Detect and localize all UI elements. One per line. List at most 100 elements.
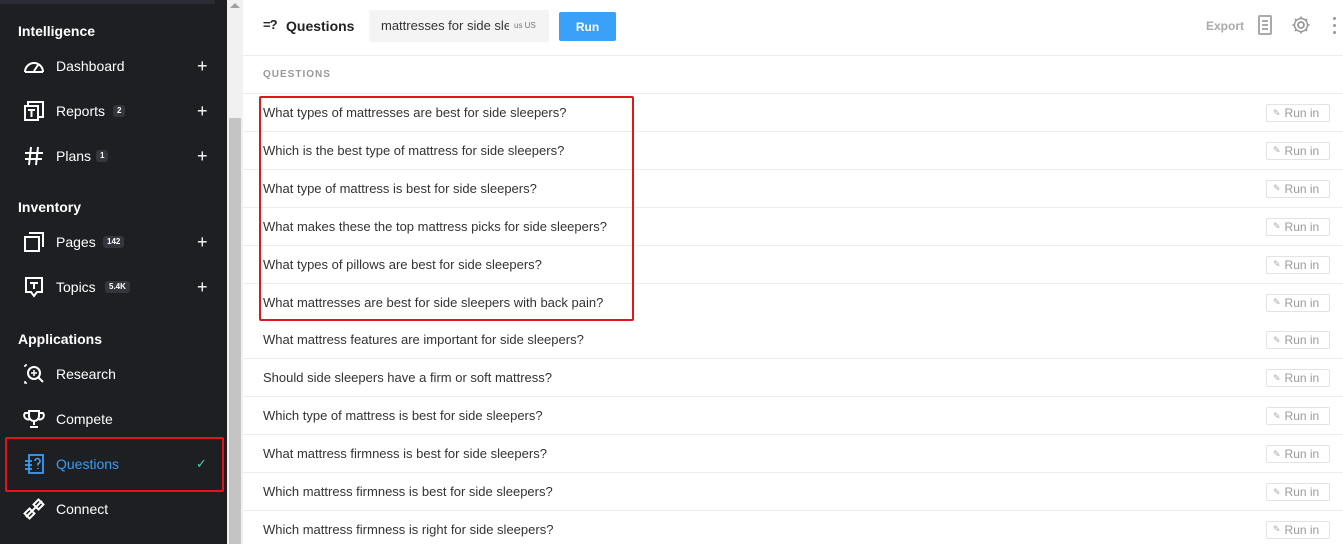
question-text[interactable]: What mattresses are best for side sleepe…	[263, 295, 603, 310]
sidebar-item-research[interactable]: Research	[0, 356, 227, 392]
question-text[interactable]: What types of mattresses are best for si…	[263, 105, 566, 120]
run-in-label: Run in	[1284, 522, 1320, 537]
connect-icon	[22, 497, 46, 521]
sidebar-item-dashboard[interactable]: Dashboard +	[0, 48, 227, 84]
sidebar-item-label: Topics	[56, 279, 96, 295]
run-in-button[interactable]: ✎ Run in	[1266, 520, 1330, 539]
add-plan-button[interactable]: +	[197, 147, 208, 165]
run-in-button[interactable]: ✎ Run in	[1266, 217, 1330, 236]
run-in-button[interactable]: ✎ Run in	[1266, 369, 1330, 388]
sidebar-item-label: Research	[56, 366, 116, 382]
question-row[interactable]: What mattresses are best for side sleepe…	[243, 283, 1343, 322]
more-options-icon[interactable]	[1333, 17, 1337, 35]
link-icon: ✎	[1273, 372, 1281, 383]
document-icon[interactable]	[1258, 15, 1272, 35]
sidebar-item-compete[interactable]: Compete	[0, 401, 227, 437]
sidebar-item-label: Connect	[56, 501, 109, 517]
link-icon: ✎	[1273, 486, 1281, 497]
run-in-button[interactable]: ✎ Run in	[1266, 141, 1330, 160]
question-row[interactable]: What type of mattress is best for side s…	[243, 169, 1343, 208]
question-text[interactable]: Which type of mattress is best for side …	[263, 408, 543, 423]
sidebar-item-label: Questions	[56, 456, 120, 472]
question-text[interactable]: What mattress firmness is best for side …	[263, 446, 547, 461]
question-row[interactable]: Which mattress firmness is best for side…	[243, 473, 1343, 511]
run-in-label: Run in	[1284, 106, 1320, 120]
question-row[interactable]: What types of mattresses are best for si…	[243, 94, 1343, 132]
link-icon: ✎	[1273, 183, 1281, 194]
link-icon: ✎	[1273, 524, 1281, 535]
link-icon: ✎	[1273, 297, 1281, 307]
add-page-button[interactable]: +	[197, 233, 208, 251]
reports-icon	[22, 99, 46, 123]
link-icon: ✎	[1273, 221, 1281, 232]
sidebar-item-reports[interactable]: Reports 2 +	[0, 93, 227, 129]
question-row[interactable]: What mattress features are important for…	[243, 321, 1343, 360]
link-icon: ✎	[1273, 448, 1281, 459]
question-row[interactable]: Should side sleepers have a firm or soft…	[243, 359, 1343, 398]
sidebar-item-topics[interactable]: Topics 5.4K +	[0, 269, 227, 305]
add-report-button[interactable]: +	[197, 102, 208, 120]
run-in-button[interactable]: ✎ Run in	[1266, 255, 1330, 274]
question-text[interactable]: Which mattress firmness is best for side…	[263, 484, 553, 499]
link-icon: ✎	[1273, 145, 1281, 156]
question-row[interactable]: Which mattress firmness is right for sid…	[243, 510, 1343, 544]
sidebar-item-connect[interactable]: Connect	[0, 491, 227, 527]
pages-icon	[22, 230, 46, 254]
question-row[interactable]: What types of pillows are best for side …	[243, 245, 1343, 284]
run-in-button[interactable]: ✎ Run in	[1266, 445, 1330, 464]
search-input[interactable]	[381, 18, 509, 33]
question-row[interactable]: Which type of mattress is best for side …	[243, 397, 1343, 436]
hash-icon	[22, 144, 46, 168]
run-in-label: Run in	[1284, 447, 1320, 462]
run-button[interactable]: Run	[559, 12, 616, 41]
run-in-label: Run in	[1284, 333, 1320, 348]
section-title-inventory: Inventory	[18, 199, 82, 215]
run-in-label: Run in	[1284, 409, 1320, 424]
sidebar-item-label: Compete	[56, 411, 113, 427]
run-in-button[interactable]: ✎ Run in	[1266, 407, 1330, 426]
run-in-button[interactable]: ✎ Run in	[1266, 293, 1330, 312]
scroll-up-arrow-icon[interactable]	[230, 3, 240, 8]
run-in-button[interactable]: ✎ Run in	[1266, 331, 1330, 350]
question-text[interactable]: What types of pillows are best for side …	[263, 257, 542, 272]
sidebar-item-plans[interactable]: Plans 1 +	[0, 138, 227, 174]
trophy-icon	[22, 407, 46, 431]
question-text[interactable]: What makes these the top mattress picks …	[263, 219, 607, 234]
question-text[interactable]: What type of mattress is best for side s…	[263, 181, 537, 196]
run-in-label: Run in	[1284, 371, 1320, 386]
gear-icon[interactable]	[1291, 15, 1311, 35]
question-row[interactable]: Which is the best type of mattress for s…	[243, 131, 1343, 170]
section-title-intelligence: Intelligence	[18, 23, 96, 39]
question-text[interactable]: What mattress features are important for…	[263, 332, 584, 347]
run-in-label: Run in	[1284, 219, 1320, 234]
question-text[interactable]: Should side sleepers have a firm or soft…	[263, 370, 552, 385]
add-dashboard-button[interactable]: +	[197, 57, 208, 75]
link-icon: ✎	[1273, 410, 1281, 421]
add-topic-button[interactable]: +	[197, 278, 208, 296]
app-root: Intelligence Dashboard + Reports 2 + Pla…	[0, 0, 1343, 544]
sidebar: Intelligence Dashboard + Reports 2 + Pla…	[0, 0, 227, 544]
questions-icon	[22, 452, 46, 476]
run-in-button[interactable]: ✎ Run in	[1266, 104, 1330, 122]
sidebar-item-label: Dashboard	[56, 58, 125, 74]
question-row[interactable]: What makes these the top mattress picks …	[243, 207, 1343, 246]
gauge-icon	[22, 54, 46, 78]
question-text[interactable]: Which is the best type of mattress for s…	[263, 143, 564, 158]
scrollbar-thumb[interactable]	[229, 118, 241, 544]
question-text[interactable]: Which mattress firmness is right for sid…	[263, 522, 553, 537]
questions-list-header: QUESTIONS	[263, 69, 331, 80]
export-button[interactable]: Export	[1206, 19, 1244, 33]
search-box[interactable]: us US	[369, 10, 549, 42]
run-in-button[interactable]: ✎ Run in	[1266, 483, 1330, 501]
link-icon: ✎	[1273, 107, 1281, 118]
run-in-button[interactable]: ✎ Run in	[1266, 179, 1330, 198]
link-icon: ✎	[1273, 334, 1281, 345]
sidebar-item-questions[interactable]: Questions ✓	[0, 446, 227, 482]
location-label[interactable]: us US	[514, 21, 536, 30]
questions-header-icon: =?	[263, 17, 278, 32]
link-icon: ✎	[1273, 259, 1281, 270]
sidebar-item-pages[interactable]: Pages 142 +	[0, 224, 227, 260]
run-in-label: Run in	[1284, 485, 1320, 499]
run-in-label: Run in	[1284, 181, 1320, 196]
question-row[interactable]: What mattress firmness is best for side …	[243, 435, 1343, 474]
